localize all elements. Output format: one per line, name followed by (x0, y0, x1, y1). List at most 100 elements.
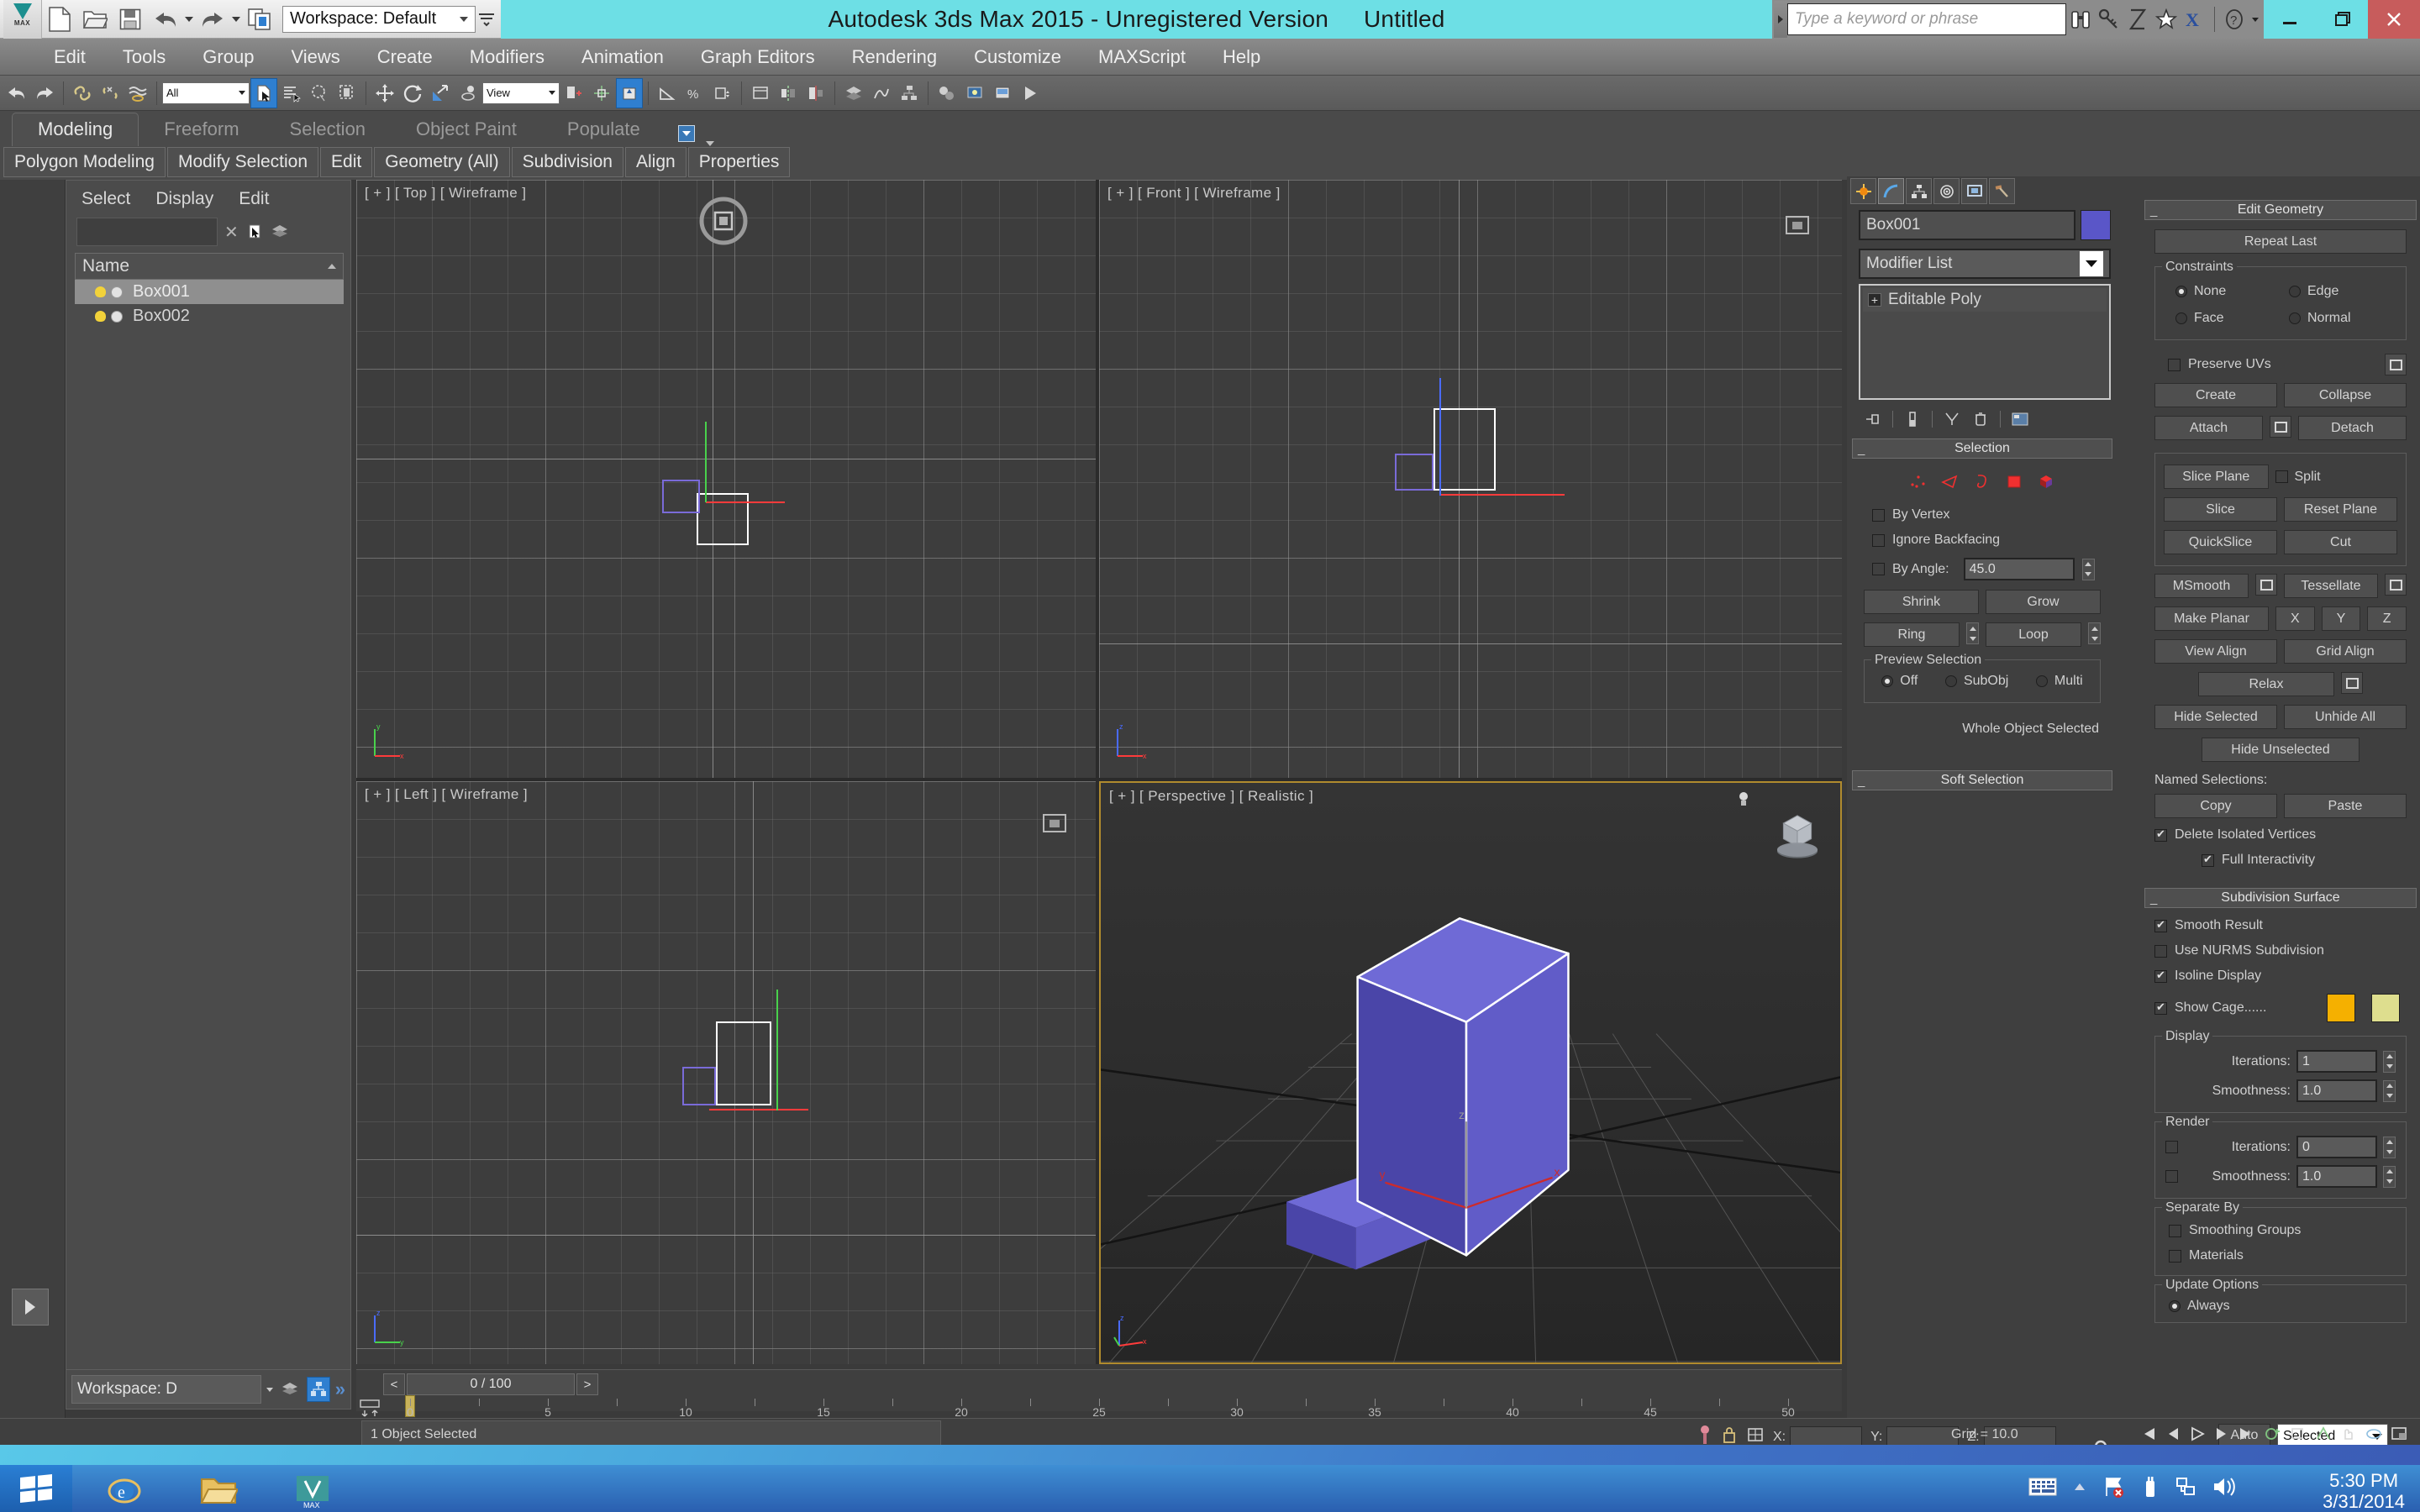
unhide-all-button[interactable]: Unhide All (2284, 705, 2407, 729)
object-name-field[interactable]: Box001 (1859, 210, 2075, 240)
detach-button[interactable]: Detach (2298, 416, 2407, 440)
collapse-icon[interactable]: _ (2150, 203, 2157, 218)
undo-icon[interactable] (148, 2, 183, 37)
search-input[interactable]: Type a keyword or phrase (1787, 3, 2066, 35)
render-production-icon[interactable] (1017, 78, 1044, 108)
next-frame-icon[interactable] (2213, 1425, 2232, 1446)
select-region-rect-icon[interactable] (334, 78, 360, 108)
expand-icon[interactable]: + (1868, 293, 1881, 307)
menu-item-customize[interactable]: Customize (955, 46, 1080, 68)
radio-icon[interactable] (2289, 286, 2301, 297)
loop-button[interactable]: Loop (1986, 622, 2081, 647)
ribbon-panel-align[interactable]: Align (624, 147, 687, 177)
paste-button[interactable]: Paste (2284, 794, 2407, 818)
viewport-lighting-icon[interactable] (1734, 790, 1753, 810)
edge-icon[interactable] (1941, 472, 1960, 491)
bind-to-space-warp-icon[interactable] (124, 78, 151, 108)
reference-coordinate-system-combo[interactable]: View (482, 81, 560, 104)
select-region-circle-icon[interactable] (306, 78, 333, 108)
hide-selected-button[interactable]: Hide Selected (2154, 705, 2277, 729)
key-icon[interactable] (2095, 1, 2123, 38)
ring-button[interactable]: Ring (1864, 622, 1960, 647)
expand-icon[interactable]: _ (1858, 774, 1865, 788)
attach-button[interactable]: Attach (2154, 416, 2263, 440)
qat-overflow-icon[interactable] (476, 2, 497, 37)
ribbon-panel-polygon-modeling[interactable]: Polygon Modeling (3, 147, 166, 177)
view-cube-icon[interactable] (1766, 803, 1828, 865)
select-and-rotate-icon[interactable] (399, 78, 426, 108)
select-and-move-icon[interactable] (371, 78, 398, 108)
delete-isolated-vertices-row[interactable]: Delete Isolated Vertices (2149, 822, 2412, 848)
render-iterations-checkbox[interactable] (2165, 1141, 2178, 1153)
menu-item-modifiers[interactable]: Modifiers (451, 46, 563, 68)
restore-button[interactable] (2316, 0, 2368, 39)
radio-icon[interactable] (2035, 675, 2048, 687)
radio-icon[interactable] (2175, 312, 2187, 324)
workspace-chip-value[interactable]: Workspace: D (71, 1375, 261, 1404)
keyboard-icon[interactable] (2028, 1476, 2057, 1502)
help-icon[interactable]: ? (2220, 1, 2249, 38)
radio-icon[interactable] (2175, 286, 2187, 297)
taskbar-item-3ds-max[interactable]: MAX (272, 1470, 353, 1512)
chevron-down-icon[interactable] (266, 1387, 273, 1392)
copy-button[interactable]: Copy (2154, 794, 2277, 818)
hide-unselected-button[interactable]: Hide Unselected (2202, 738, 2360, 762)
use-nurms-checkbox[interactable] (2154, 944, 2167, 958)
ribbon-options-icon[interactable] (672, 121, 701, 146)
layers-icon[interactable] (271, 223, 289, 241)
preview-subobj-option[interactable]: SubObj (1944, 674, 2008, 689)
go-to-end-icon[interactable] (2238, 1425, 2257, 1446)
maximize-viewport-toggle-icon[interactable] (2390, 1425, 2408, 1446)
collapse-icon[interactable]: _ (1858, 442, 1865, 456)
modifier-stack[interactable]: + Editable Poly (1859, 284, 2111, 400)
viewport-view-gizmo[interactable] (1778, 207, 1817, 245)
tessellate-settings-button[interactable] (2385, 574, 2407, 596)
by-vertex-checkbox[interactable] (1872, 508, 1885, 522)
light-bulb-icon[interactable] (95, 286, 106, 297)
scene-explorer-menu-display[interactable]: Display (155, 189, 213, 209)
make-planar-button[interactable]: Make Planar (2154, 606, 2269, 631)
modifier-list-dropdown[interactable]: Modifier List (1859, 249, 2111, 279)
grow-button[interactable]: Grow (1986, 590, 2101, 614)
volume-icon[interactable] (2212, 1476, 2237, 1502)
freeze-toggle-icon[interactable] (111, 310, 123, 323)
placement-tool-icon[interactable] (455, 78, 481, 108)
start-button[interactable] (0, 1465, 72, 1512)
use-pivot-point-center-icon[interactable] (560, 78, 587, 108)
configure-modifier-sets-icon[interactable] (2011, 410, 2029, 428)
select-object-icon[interactable] (250, 77, 277, 108)
select-and-scale-icon[interactable] (427, 78, 454, 108)
menu-item-tools[interactable]: Tools (104, 46, 184, 68)
render-iterations-spinner[interactable] (2383, 1136, 2396, 1158)
ring-spinner[interactable] (1966, 622, 1979, 644)
display-iterations-field[interactable]: 1 (2296, 1050, 2377, 1073)
split-checkbox[interactable] (2275, 470, 2288, 483)
select-pointer-icon[interactable] (245, 223, 264, 241)
ribbon-tab-freeform[interactable]: Freeform (139, 113, 264, 146)
menu-item-create[interactable]: Create (359, 46, 451, 68)
viewport-label-front[interactable]: [ + ] [ Front ] [ Wireframe ] (1107, 185, 1281, 202)
light-bulb-icon[interactable] (95, 311, 106, 322)
scene-explorer-row-box002[interactable]: Box002 (75, 304, 344, 328)
ribbon-tab-populate[interactable]: Populate (542, 113, 666, 146)
smooth-result-checkbox[interactable] (2154, 918, 2167, 932)
create-tab[interactable] (1850, 178, 1876, 204)
select-by-name-icon[interactable] (278, 78, 305, 108)
undo-dropdown-icon[interactable] (183, 2, 195, 37)
preserve-uvs-settings-button[interactable] (2385, 354, 2407, 375)
constraint-none-option[interactable]: None (2175, 284, 2289, 299)
display-tab[interactable] (1961, 178, 1987, 204)
taskbar-item-file-explorer[interactable] (178, 1470, 259, 1512)
repeat-last-button[interactable]: Repeat Last (2154, 229, 2407, 254)
select-and-link-icon[interactable] (69, 78, 96, 108)
ribbon-panel-edit[interactable]: Edit (320, 147, 373, 177)
attach-settings-button[interactable] (2270, 416, 2291, 438)
cut-button[interactable]: Cut (2284, 530, 2397, 554)
binoculars-icon[interactable] (2066, 1, 2095, 38)
modify-tab[interactable] (1878, 178, 1904, 204)
by-angle-spinner[interactable] (2081, 558, 2095, 580)
ribbon-tab-object-paint[interactable]: Object Paint (391, 113, 542, 146)
scene-explorer-column-header[interactable]: Name (75, 253, 344, 280)
update-always-option[interactable]: Always (2159, 1295, 2402, 1315)
ribbon-tab-modeling[interactable]: Modeling (12, 113, 139, 146)
